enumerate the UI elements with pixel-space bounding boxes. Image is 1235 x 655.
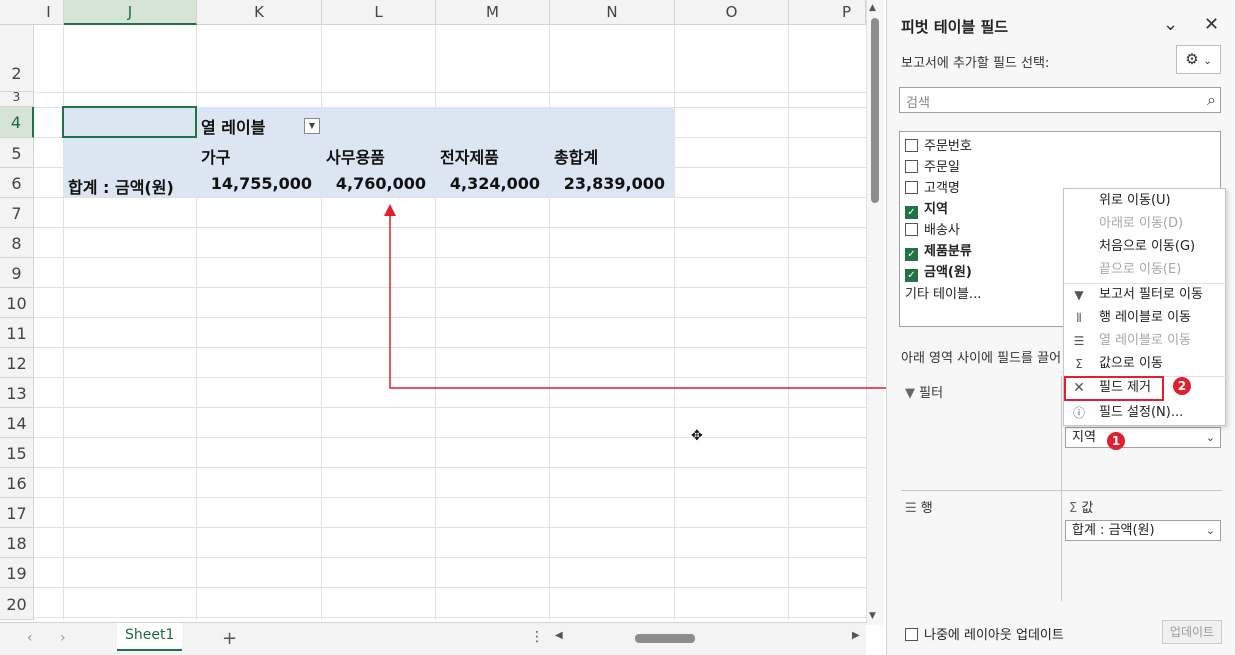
checkbox[interactable] bbox=[905, 223, 918, 236]
field-settings-icon: ⓘ bbox=[1072, 406, 1085, 420]
sigma-icon: Σ bbox=[1069, 501, 1078, 516]
field-selection-label: 보고서에 추가할 필드 선택: bbox=[901, 56, 1050, 71]
area-divider bbox=[901, 490, 1222, 491]
rows-icon: ⦀ bbox=[1076, 311, 1082, 325]
more-tables-link[interactable]: 기타 테이블... bbox=[905, 283, 981, 303]
chevron-down-icon: ⌄ bbox=[1205, 431, 1215, 444]
field-item-product-category[interactable]: ✓ 제품분류 bbox=[905, 240, 972, 261]
field-item-customer[interactable]: 고객명 bbox=[905, 177, 960, 197]
field-search-input[interactable]: 검색 ⌕ bbox=[899, 87, 1221, 113]
field-item-order-date[interactable]: 주문일 bbox=[905, 156, 960, 176]
checkbox[interactable] bbox=[905, 160, 918, 173]
menu-item-move-to-values[interactable]: Σ 값으로 이동 bbox=[1064, 353, 1227, 375]
filter-icon: ▼ bbox=[1074, 288, 1084, 302]
checkbox-checked[interactable]: ✓ bbox=[905, 248, 918, 261]
chevron-down-icon: ⌄ bbox=[1205, 524, 1215, 537]
columns-icon: ☰ bbox=[1073, 334, 1085, 348]
rows-icon: ☰ bbox=[905, 501, 917, 516]
field-item-amount[interactable]: ✓ 금액(원) bbox=[905, 261, 972, 282]
drag-hint: 아래 영역 사이에 필드를 끌어 bbox=[901, 351, 1062, 366]
checkbox[interactable] bbox=[905, 181, 918, 194]
field-item-shipper[interactable]: 배송사 bbox=[905, 219, 960, 239]
search-icon[interactable]: ⌕ bbox=[1207, 90, 1216, 110]
highlight-remove-field bbox=[1064, 376, 1164, 401]
checkbox-checked[interactable]: ✓ bbox=[905, 206, 918, 219]
menu-item-move-down[interactable]: 아래로 이동(D) bbox=[1064, 213, 1227, 235]
values-field-dropdown[interactable]: 합계 : 금액(원) ⌄ bbox=[1065, 520, 1221, 541]
settings-gear-button[interactable]: ⚙ ⌄ bbox=[1176, 45, 1221, 74]
update-button[interactable]: 업데이트 bbox=[1162, 620, 1222, 644]
chevron-down-icon[interactable]: ⌄ bbox=[1163, 14, 1178, 35]
menu-item-move-to-beginning[interactable]: 처음으로 이동(G) bbox=[1064, 236, 1227, 258]
checkbox-checked[interactable]: ✓ bbox=[905, 269, 918, 282]
close-icon[interactable]: ✕ bbox=[1204, 14, 1219, 35]
menu-item-move-to-report-filter[interactable]: ▼ 보고서 필터로 이동 bbox=[1064, 284, 1227, 306]
search-placeholder: 검색 bbox=[906, 96, 930, 111]
menu-item-move-to-end[interactable]: 끝으로 이동(E) bbox=[1064, 259, 1227, 281]
panel-title: 피벗 테이블 필드 bbox=[901, 18, 1009, 36]
defer-layout-update-checkbox[interactable]: 나중에 레이아웃 업데이트 bbox=[905, 624, 1064, 643]
chevron-down-icon: ⌄ bbox=[1203, 56, 1212, 67]
column-field-region-dropdown[interactable]: 지역 ⌄ bbox=[1065, 427, 1221, 448]
filter-area-label: ▼ 필터 bbox=[905, 386, 944, 401]
step-badge-2: 2 bbox=[1173, 377, 1191, 395]
menu-item-move-to-row-labels[interactable]: ⦀ 행 레이블로 이동 bbox=[1064, 307, 1227, 329]
checkbox[interactable] bbox=[905, 628, 918, 641]
field-item-region[interactable]: ✓ 지역 bbox=[905, 198, 948, 219]
step-badge-1: 1 bbox=[1107, 432, 1125, 450]
gear-icon: ⚙ bbox=[1185, 50, 1199, 68]
values-area-label: Σ 값 bbox=[1069, 501, 1094, 516]
rows-area-label: ☰ 행 bbox=[905, 501, 933, 516]
checkbox[interactable] bbox=[905, 139, 918, 152]
filter-icon: ▼ bbox=[905, 386, 915, 401]
field-item-order-number[interactable]: 주문번호 bbox=[905, 135, 972, 155]
menu-item-move-to-column-labels[interactable]: ☰ 열 레이블로 이동 bbox=[1064, 330, 1227, 352]
menu-item-field-settings[interactable]: ⓘ 필드 설정(N)... bbox=[1064, 402, 1227, 424]
area-divider bbox=[1061, 376, 1062, 601]
sigma-icon: Σ bbox=[1075, 357, 1083, 371]
menu-item-move-up[interactable]: 위로 이동(U) bbox=[1064, 190, 1227, 212]
